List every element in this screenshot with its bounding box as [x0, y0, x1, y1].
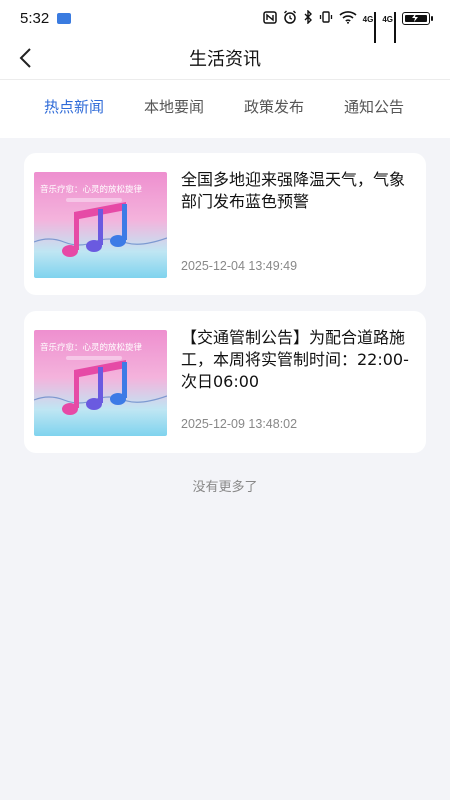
- status-time-group: 5:32: [20, 9, 72, 27]
- news-date: 2025-12-09 13:48:02: [181, 417, 298, 431]
- back-button[interactable]: [10, 42, 42, 74]
- tab-local-news[interactable]: 本地要闻: [124, 96, 224, 117]
- wifi-icon: [339, 9, 357, 28]
- status-icons: 4G 4G: [262, 8, 433, 43]
- news-date: 2025-12-04 13:49:49: [181, 259, 298, 273]
- news-thumbnail: 音乐疗愈：心灵的放松旋律: [34, 172, 167, 278]
- tab-policy[interactable]: 政策发布: [224, 96, 324, 117]
- tab-bar: 热点新闻 本地要闻 政策发布 通知公告: [0, 82, 450, 130]
- news-title: 【交通管制公告】为配合道路施工，本周将实管制时间：22:00-次日06:00: [181, 328, 409, 391]
- news-title: 全国多地迎来强降温天气，气象部门发布蓝色预警: [181, 170, 406, 211]
- no-more-text: 没有更多了: [192, 480, 258, 495]
- news-card[interactable]: 音乐疗愈：心灵的放松旋律 【交通管制公告】为配合道路施工，本周将实管制时间：22…: [24, 311, 426, 453]
- thumb-caption: 音乐疗愈：心灵的放松旋律: [40, 342, 143, 353]
- tab-hot-news[interactable]: 热点新闻: [24, 96, 124, 117]
- nav-bar: 生活资讯: [0, 36, 450, 80]
- page-title: 生活资讯: [189, 48, 261, 70]
- signal-icon-1: 4G: [363, 12, 377, 43]
- news-card[interactable]: 音乐疗愈：心灵的放松旋律 全国多地迎来强降温天气，气象部门发布蓝色预警 2025…: [24, 153, 426, 295]
- app-notification-icon: [57, 12, 72, 24]
- status-bar: 5:32 4G 4G: [0, 0, 450, 43]
- battery-icon: [402, 11, 433, 25]
- thumb-caption: 音乐疗愈：心灵的放松旋律: [40, 184, 143, 195]
- signal-icon-2: 4G: [382, 12, 396, 43]
- vibrate-icon: [319, 9, 333, 28]
- news-list: 音乐疗愈：心灵的放松旋律 全国多地迎来强降温天气，气象部门发布蓝色预警 2025…: [24, 153, 426, 469]
- header-area: 5:32 4G 4G 生活资讯 热点新闻 本地要闻 政策发布 通知公告: [0, 0, 450, 138]
- alarm-icon: [283, 9, 297, 28]
- news-thumbnail: 音乐疗愈：心灵的放松旋律: [34, 330, 167, 436]
- tab-notices[interactable]: 通知公告: [324, 96, 424, 117]
- bluetooth-icon: [303, 8, 313, 28]
- status-time: 5:32: [20, 9, 50, 27]
- chevron-left-icon: [19, 48, 31, 68]
- nfc-icon: [262, 9, 277, 28]
